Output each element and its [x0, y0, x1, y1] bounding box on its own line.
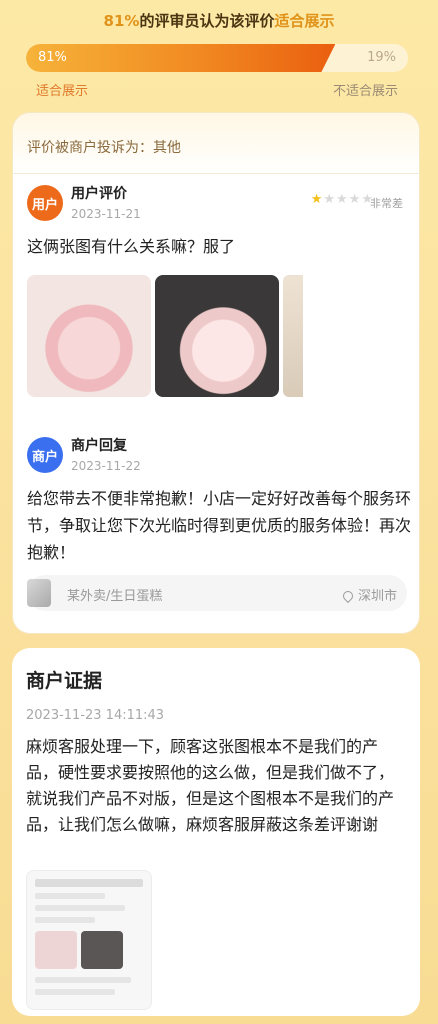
evidence-date: 2023-11-23 14:11:43 — [26, 708, 165, 723]
star-filled-icon: ★ — [310, 192, 323, 207]
screenshot-line — [35, 977, 131, 983]
screenshot-line — [35, 989, 115, 995]
vote-headline: 81%的评审员认为该评价适合展示 — [0, 10, 438, 31]
evidence-title: 商户证据 — [26, 670, 103, 692]
rating-stars: ★ ★ ★ ★ ★ — [311, 193, 373, 207]
review-card: 评价被商户投诉为：其他 用户 用户评价 2023-11-21 ★ ★ ★ ★ ★ 非常差… — [12, 112, 420, 634]
evidence-card: 商户证据 2023-11-23 14:11:43 麻烦客服处理一下，顾客这张图根… — [12, 648, 420, 1016]
headline-middle: 的评审员认为该评价 — [139, 12, 275, 30]
rating-text: 非常差 — [370, 197, 403, 210]
merchant-reply-title: 商户回复 — [71, 438, 127, 454]
vote-left-label: 适合展示 — [36, 84, 89, 99]
vote-progress-fill — [26, 44, 335, 72]
evidence-screenshot[interactable] — [26, 870, 152, 1010]
vote-progress-bar: 81% 19% — [26, 44, 408, 72]
screenshot-line — [35, 905, 125, 911]
review-photo-1[interactable] — [27, 275, 151, 397]
shop-location: 深圳市 — [340, 585, 397, 604]
divider — [13, 173, 419, 174]
review-photo-2[interactable] — [155, 275, 279, 397]
shop-name: 某外卖/生日蛋糕 — [67, 589, 163, 604]
user-review-title: 用户评价 — [71, 186, 127, 202]
shop-thumbnail — [27, 579, 51, 607]
vote-right-label: 不适合展示 — [332, 84, 398, 99]
user-review-date: 2023-11-21 — [71, 207, 141, 221]
merchant-reply-text: 给您带去不便非常抱歉！小店一定好好改善每个服务环节，争取让您下次光临时得到更优质… — [27, 489, 412, 562]
merchant-avatar: 商户 — [27, 437, 63, 473]
shop-info[interactable]: 某外卖/生日蛋糕 深圳市 — [27, 575, 407, 611]
photo-strip-edge — [283, 275, 303, 397]
screenshot-image — [35, 931, 77, 969]
location-pin-icon — [340, 588, 356, 604]
headline-highlight: 适合展示 — [274, 12, 335, 30]
star-empty-icon: ★ — [336, 192, 348, 207]
screenshot-line — [35, 893, 105, 899]
evidence-text: 麻烦客服处理一下，顾客这张图根本不是我们的产品，硬性要求要按照他的这么做，但是我… — [26, 737, 395, 834]
merchant-reply-date: 2023-11-22 — [71, 459, 141, 473]
complaint-reason: 评价被商户投诉为：其他 — [27, 140, 181, 156]
user-avatar: 用户 — [27, 185, 63, 221]
shop-city: 深圳市 — [357, 589, 397, 604]
vote-right-percent: 19% — [367, 50, 396, 65]
screenshot-line — [35, 917, 95, 923]
vote-left-percent: 81% — [38, 50, 67, 65]
user-review-text: 这俩张图有什么关系嘛？服了 — [27, 237, 236, 256]
screenshot-images — [35, 931, 143, 969]
screenshot-header — [35, 879, 143, 887]
star-empty-icon: ★ — [323, 192, 336, 207]
star-empty-icon: ★ — [348, 192, 361, 207]
screenshot-image — [81, 931, 123, 969]
headline-percent: 81% — [103, 12, 140, 30]
